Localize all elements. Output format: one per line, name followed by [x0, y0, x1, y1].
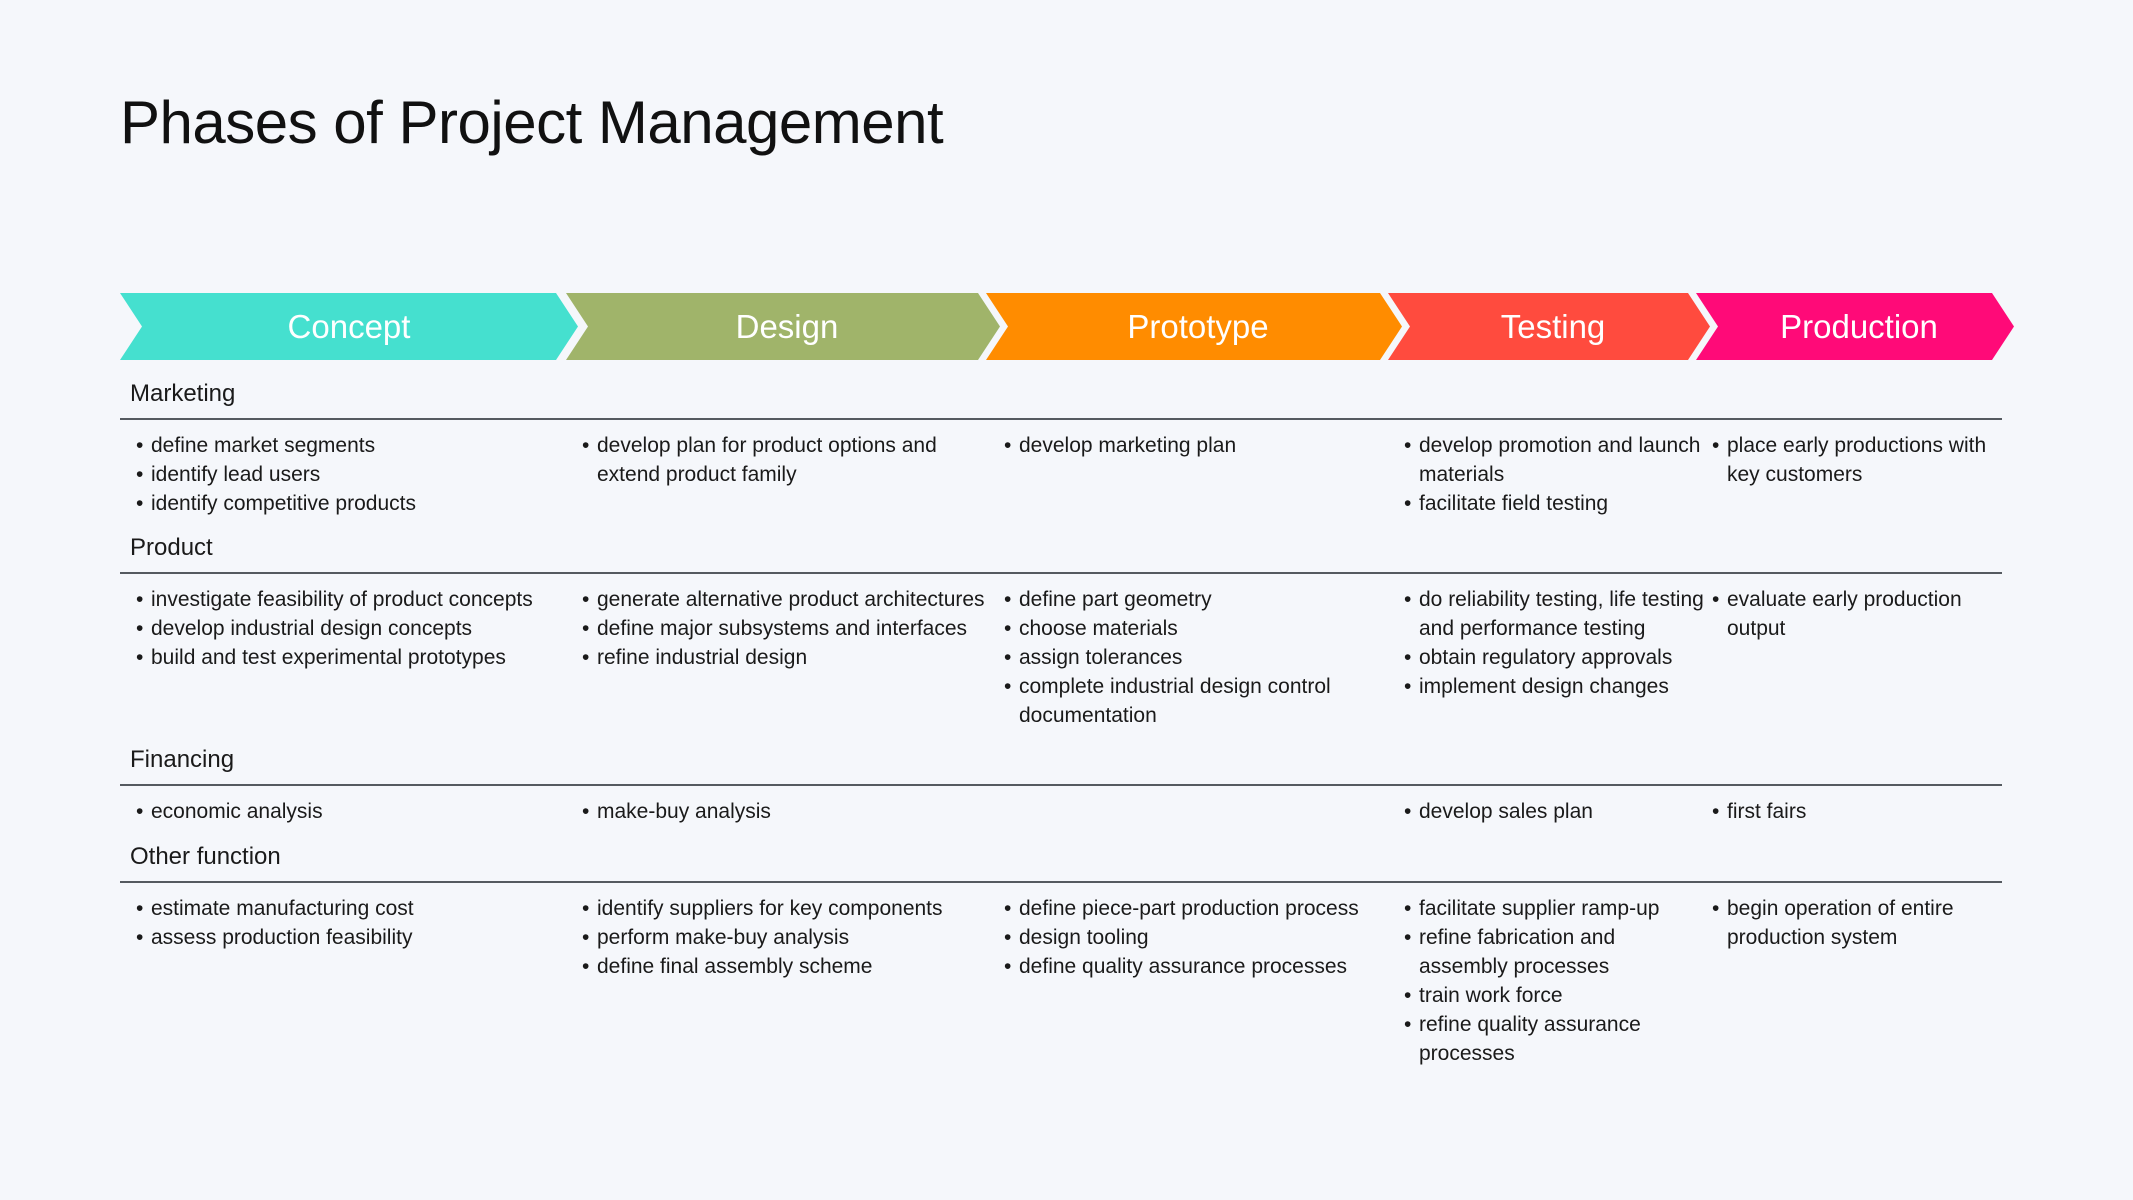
list-item: complete industrial design control docum…	[1004, 672, 1394, 730]
financing-testing-list: develop sales plan	[1404, 797, 1704, 826]
list-item: estimate manufacturing cost	[136, 894, 576, 923]
phase-label: Design	[735, 307, 839, 345]
financing-production-list: first fairs	[1712, 797, 2012, 826]
list-item: develop promotion and launch materials	[1404, 431, 1704, 489]
list-item: train work force	[1404, 981, 1704, 1010]
list-item: generate alternative product architectur…	[582, 585, 992, 614]
list-item: develop industrial design concepts	[136, 614, 576, 643]
list-item: define major subsystems and interfaces	[582, 614, 992, 643]
marketing-design-list: develop plan for product options and ext…	[582, 431, 992, 489]
marketing-concept-list: define market segmentsidentify lead user…	[136, 431, 576, 518]
phase-prototype: Prototype	[986, 293, 1402, 360]
list-item: place early productions with key custome…	[1712, 431, 2012, 489]
section-title-marketing: Marketing	[130, 380, 236, 407]
product-testing-list: do reliability testing, life testing and…	[1404, 585, 1704, 701]
list-item: build and test experimental prototypes	[136, 643, 576, 672]
list-item: investigate feasibility of product conce…	[136, 585, 576, 614]
section-divider	[120, 572, 2002, 574]
list-item: facilitate field testing	[1404, 489, 1704, 518]
list-item: first fairs	[1712, 797, 2012, 826]
other-function-prototype-list: define piece-part production processdesi…	[1004, 894, 1394, 981]
phase-concept: Concept	[120, 293, 578, 360]
list-item: implement design changes	[1404, 672, 1704, 701]
marketing-production-list: place early productions with key custome…	[1712, 431, 2012, 489]
phase-production: Production	[1696, 293, 2014, 360]
list-item: refine quality assurance processes	[1404, 1010, 1704, 1068]
list-item: facilitate supplier ramp-up	[1404, 894, 1704, 923]
list-item: assess production feasibility	[136, 923, 576, 952]
section-divider	[120, 881, 2002, 883]
list-item: make-buy analysis	[582, 797, 992, 826]
product-production-list: evaluate early production output	[1712, 585, 2012, 643]
product-prototype-list: define part geometrychoose materialsassi…	[1004, 585, 1394, 730]
list-item: define quality assurance processes	[1004, 952, 1394, 981]
list-item: identify competitive products	[136, 489, 576, 518]
list-item: economic analysis	[136, 797, 576, 826]
other-function-testing-list: facilitate supplier ramp-uprefine fabric…	[1404, 894, 1704, 1068]
list-item: perform make-buy analysis	[582, 923, 992, 952]
list-item: begin operation of entire production sys…	[1712, 894, 2012, 952]
product-concept-list: investigate feasibility of product conce…	[136, 585, 576, 672]
marketing-prototype-list: develop marketing plan	[1004, 431, 1394, 460]
other-function-design-list: identify suppliers for key componentsper…	[582, 894, 992, 981]
other-function-concept-list: estimate manufacturing costassess produc…	[136, 894, 576, 952]
marketing-testing-list: develop promotion and launch materialsfa…	[1404, 431, 1704, 518]
phase-label: Production	[1780, 307, 1938, 345]
list-item: refine industrial design	[582, 643, 992, 672]
list-item: design tooling	[1004, 923, 1394, 952]
section-title-financing: Financing	[130, 746, 235, 773]
list-item: do reliability testing, life testing and…	[1404, 585, 1704, 643]
list-item: develop marketing plan	[1004, 431, 1394, 460]
list-item: choose materials	[1004, 614, 1394, 643]
list-item: define final assembly scheme	[582, 952, 992, 981]
list-item: obtain regulatory approvals	[1404, 643, 1704, 672]
other-function-production-list: begin operation of entire production sys…	[1712, 894, 2012, 952]
list-item: develop sales plan	[1404, 797, 1704, 826]
phase-label: Concept	[287, 307, 411, 345]
list-item: define market segments	[136, 431, 576, 460]
phase-label: Prototype	[1127, 307, 1269, 345]
product-design-list: generate alternative product architectur…	[582, 585, 992, 672]
page-title: Phases of Project Management	[120, 89, 944, 156]
list-item: define part geometry	[1004, 585, 1394, 614]
list-item: evaluate early production output	[1712, 585, 2012, 643]
phase-label: Testing	[1500, 307, 1606, 345]
phase-arrows: Concept Design Prototype Testing Production	[0, 293, 2133, 360]
phase-testing: Testing	[1388, 293, 1710, 360]
list-item: define piece-part production process	[1004, 894, 1394, 923]
phase-design: Design	[566, 293, 1000, 360]
section-title-other-function: Other function	[130, 843, 281, 870]
list-item: identify suppliers for key components	[582, 894, 992, 923]
financing-design-list: make-buy analysis	[582, 797, 992, 826]
financing-concept-list: economic analysis	[136, 797, 576, 826]
list-item: identify lead users	[136, 460, 576, 489]
section-divider	[120, 784, 2002, 786]
section-title-product: Product	[130, 534, 213, 561]
section-divider	[120, 418, 2002, 420]
list-item: develop plan for product options and ext…	[582, 431, 992, 489]
list-item: refine fabrication and assembly processe…	[1404, 923, 1704, 981]
list-item: assign tolerances	[1004, 643, 1394, 672]
